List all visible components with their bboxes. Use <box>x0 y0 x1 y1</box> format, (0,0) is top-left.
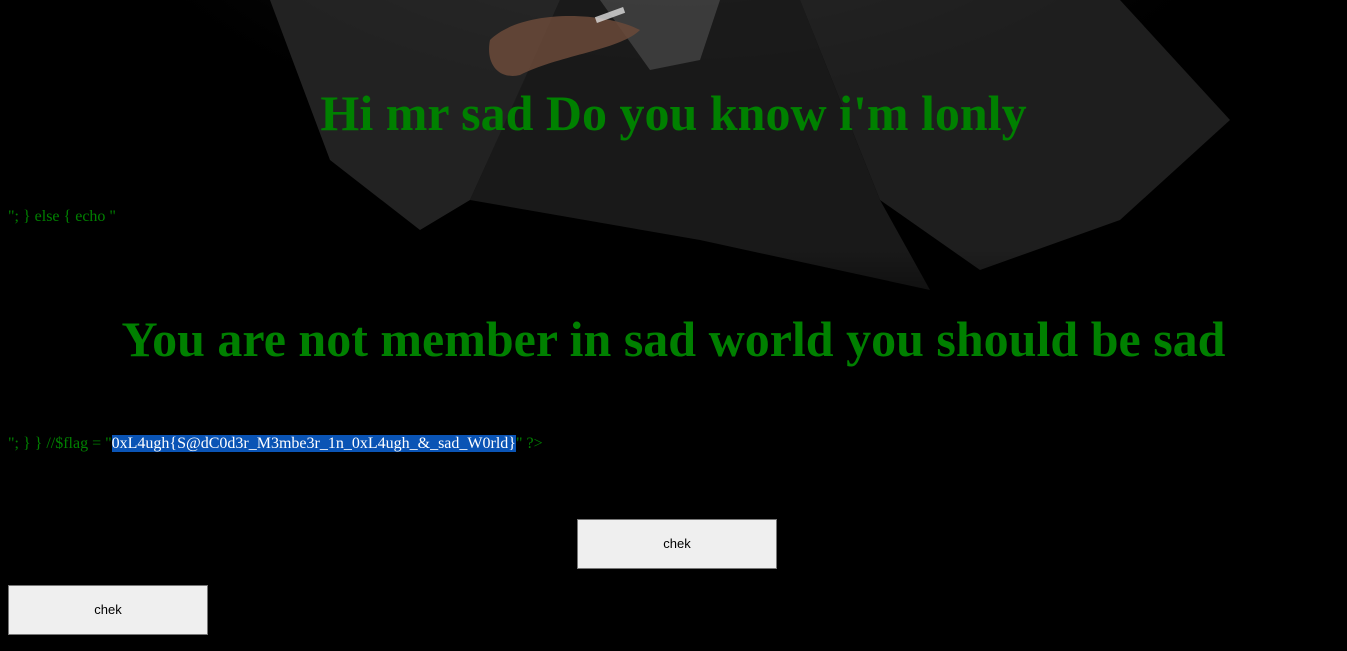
code-text-suffix: " ?> <box>515 435 543 452</box>
chek-button-left[interactable]: chek <box>8 585 208 635</box>
page: Hi mr sad Do you know i'm lonly "; } els… <box>0 0 1347 651</box>
code-text-prefix: "; } } //$flag = " <box>8 435 112 452</box>
chek-button-center[interactable]: chek <box>577 519 777 569</box>
code-text-line-2: "; } } //$flag = "0xL4ugh{S@dC0d3r_M3mbe… <box>8 434 543 454</box>
not-member-heading: You are not member in sad world you shou… <box>121 311 1226 367</box>
code-text-line-1: "; } else { echo " <box>8 208 116 225</box>
greeting-heading: Hi mr sad Do you know i'm lonly <box>320 85 1027 141</box>
flag-text-selected[interactable]: 0xL4ugh{S@dC0d3r_M3mbe3r_1n_0xL4ugh_&_sa… <box>111 435 516 452</box>
